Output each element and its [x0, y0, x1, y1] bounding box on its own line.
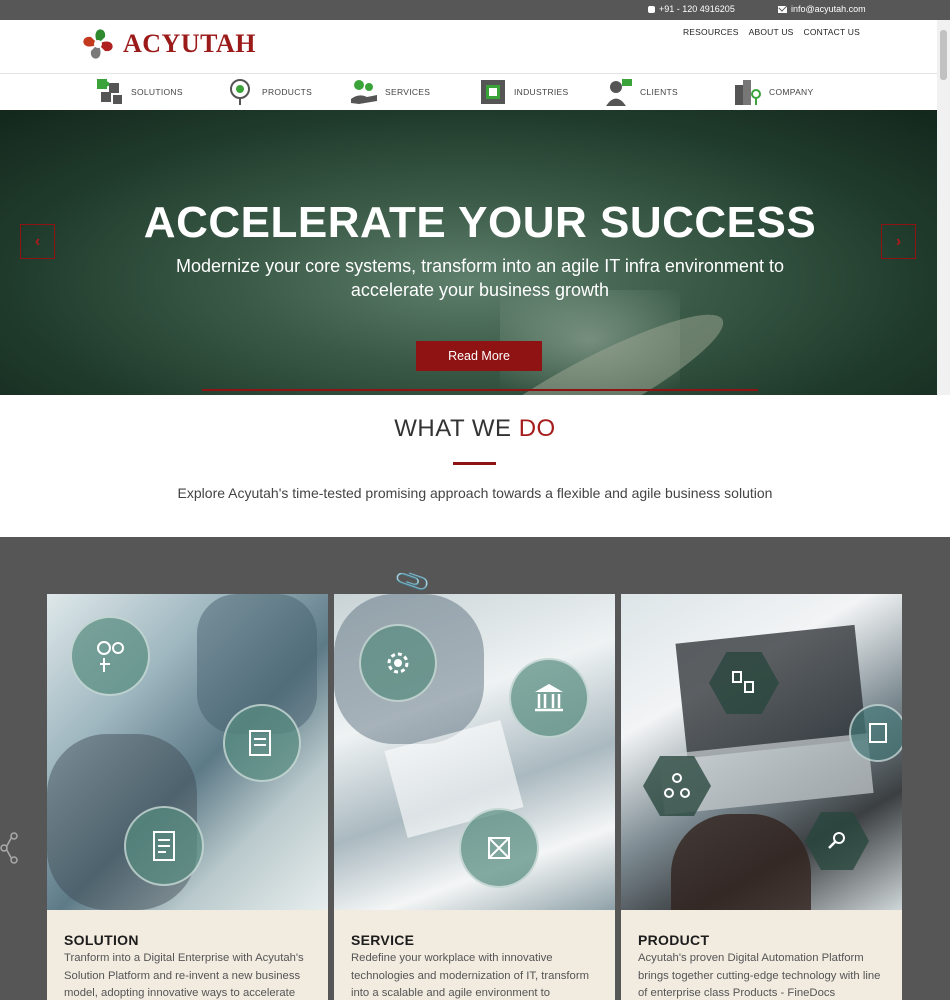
nav-label: SOLUTIONS: [131, 87, 183, 97]
product-card[interactable]: PRODUCT Acyutah's proven Digital Automat…: [621, 594, 902, 1000]
phone-contact[interactable]: +91 - 120 4916205: [648, 4, 735, 14]
email-address: info@acyutah.com: [791, 4, 866, 14]
document-icon: [124, 806, 204, 886]
nav-label: COMPANY: [769, 87, 814, 97]
puzzle-icon: [97, 79, 122, 104]
logo-text: ACYUTAH: [123, 29, 257, 58]
share-icon[interactable]: [0, 832, 20, 864]
what-we-do-section: WHAT WE DO Explore Acyutah's time-tested…: [0, 395, 950, 537]
card-text: Acyutah's proven Digital Automation Plat…: [638, 952, 881, 999]
logo-icon: [83, 29, 113, 59]
product-card-image: [621, 594, 902, 910]
nav-item-clients[interactable]: CLIENTS: [604, 74, 678, 110]
read-more-button[interactable]: Read More: [416, 341, 542, 371]
link-about-us[interactable]: ABOUT US: [749, 27, 794, 37]
service-card[interactable]: SERVICE Redefine your workplace with inn…: [334, 594, 615, 1000]
hero-slider: ACCELERATE YOUR SUCCESS Modernize your c…: [0, 110, 937, 395]
link-resources[interactable]: RESOURCES: [683, 27, 739, 37]
solution-card[interactable]: SOLUTION Tranform into a Digital Enterpr…: [47, 594, 328, 1000]
nav-item-industries[interactable]: INDUSTRIES: [478, 74, 568, 110]
utility-links: RESOURCES ABOUT US CONTACT US: [683, 27, 860, 37]
clipboard-icon: [849, 704, 902, 762]
gear-icon: [359, 624, 437, 702]
service-card-image: [334, 594, 615, 910]
offerings-section: 📎 SOLUTION Tranform into a Digital Enter…: [0, 537, 950, 1000]
search-icon: [805, 812, 869, 870]
site-header: ACYUTAH RESOURCES ABOUT US CONTACT US: [0, 20, 937, 74]
card-text: Tranform into a Digital Enterprise with …: [64, 952, 304, 999]
nav-label: CLIENTS: [640, 87, 678, 97]
scrollbar-thumb[interactable]: [940, 30, 947, 80]
person-head: [671, 814, 811, 910]
network-icon: [459, 808, 539, 888]
bank-icon: [509, 658, 589, 738]
link-contact-us[interactable]: CONTACT US: [804, 27, 860, 37]
next-slide-button[interactable]: ›: [881, 224, 916, 259]
bulb-icon: [230, 79, 250, 105]
nav-label: INDUSTRIES: [514, 87, 569, 97]
hero-subtitle: Modernize your core systems, transform i…: [176, 256, 784, 300]
nav-item-company[interactable]: COMPANY: [733, 74, 813, 110]
main-nav: SOLUTIONS PRODUCTS SERVICES INDUSTRIES C…: [0, 74, 937, 110]
circuit-icon: [481, 80, 505, 104]
phone-icon: [648, 5, 655, 13]
document-chart-icon: [223, 704, 301, 782]
gear-hand-icon: [70, 616, 150, 696]
nav-item-products[interactable]: PRODUCTS: [226, 74, 312, 110]
card-title: SOLUTION: [64, 932, 139, 948]
hero-divider: [202, 389, 758, 391]
nav-label: PRODUCTS: [262, 87, 313, 97]
chevron-right-icon: ›: [895, 232, 902, 250]
chevron-left-icon: ‹: [34, 232, 41, 250]
nav-item-solutions[interactable]: SOLUTIONS: [95, 74, 183, 110]
email-contact[interactable]: info@acyutah.com: [778, 4, 866, 14]
logo[interactable]: ACYUTAH: [77, 23, 256, 65]
card-title: PRODUCT: [638, 932, 710, 948]
nav-label: SERVICES: [385, 87, 431, 97]
top-contact-bar: +91 - 120 4916205 info@acyutah.com: [0, 0, 950, 20]
section-underline: [453, 462, 496, 465]
section-title: WHAT WE DO: [0, 415, 950, 443]
nav-item-services[interactable]: SERVICES: [349, 74, 430, 110]
gear-hand-icon: [351, 80, 377, 104]
building-pin-icon: [735, 80, 761, 105]
section-title-part1: WHAT WE: [394, 415, 519, 442]
prev-slide-button[interactable]: ‹: [20, 224, 55, 259]
phone-number: +91 - 120 4916205: [659, 4, 735, 14]
client-icon: [606, 79, 632, 106]
page-scrollbar[interactable]: [937, 20, 950, 417]
mail-icon: [778, 5, 787, 13]
section-description: Explore Acyutah's time-tested promising …: [177, 485, 773, 501]
card-title: SERVICE: [351, 932, 415, 948]
hero-title: ACCELERATE YOUR SUCCESS: [143, 198, 817, 247]
card-text: Redefine your workplace with innovative …: [351, 952, 589, 999]
section-title-part2: DO: [518, 415, 556, 442]
solution-card-image: [47, 594, 328, 910]
